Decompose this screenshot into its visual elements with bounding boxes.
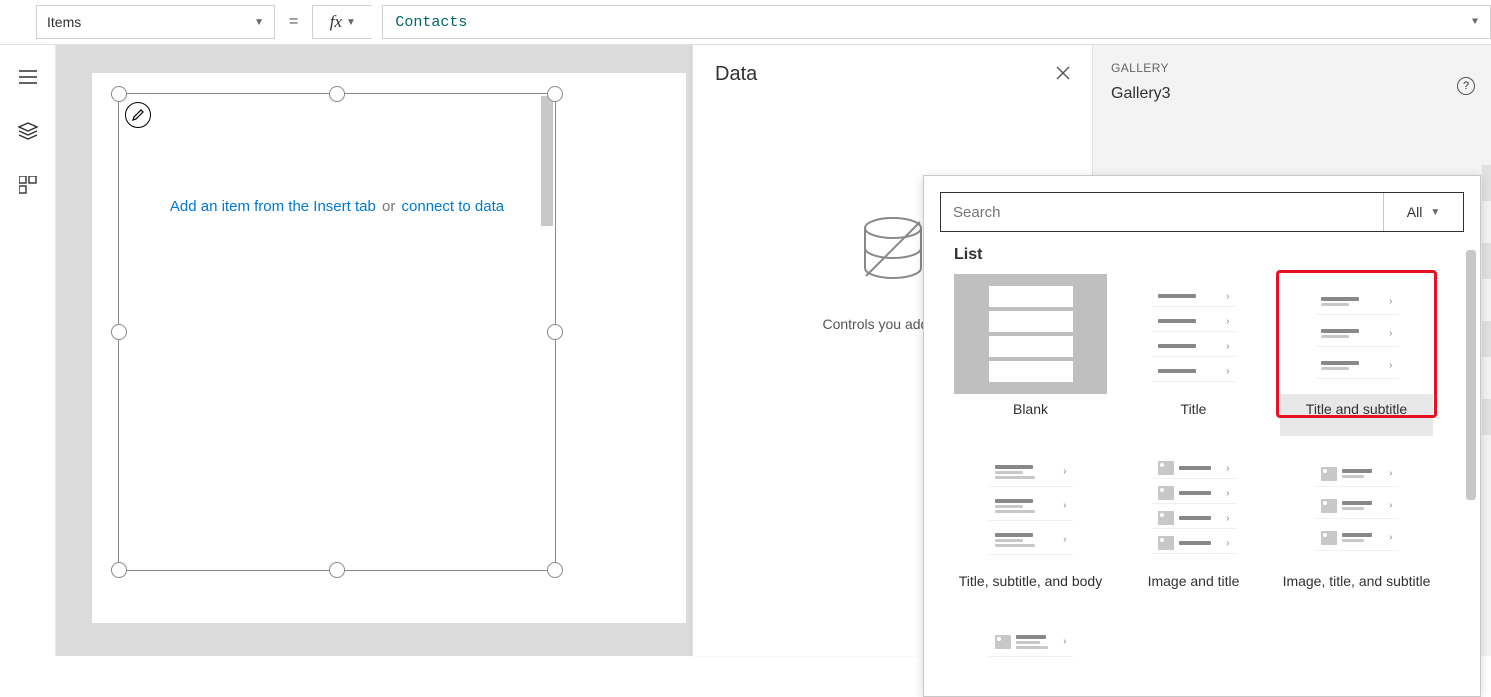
edit-icon[interactable] (125, 102, 151, 128)
canvas[interactable]: Add an item from the Insert tab or conne… (92, 73, 686, 623)
chevron-down-icon: ▼ (1430, 207, 1440, 218)
layout-popup-body: List Blank › › (924, 242, 1480, 692)
layout-tile-title-subtitle[interactable]: › › › Title and subtitle (1280, 274, 1433, 436)
resize-handle[interactable] (329, 86, 345, 102)
panel-handle[interactable] (1482, 321, 1491, 357)
close-icon[interactable] (1056, 66, 1070, 83)
control-name: Gallery3 (1111, 85, 1473, 103)
insert-link[interactable]: Add an item from the Insert tab (170, 198, 376, 215)
layout-tile-blank[interactable]: Blank (954, 274, 1107, 436)
tile-label: Image, title, and subtitle (1283, 572, 1431, 608)
chevron-down-icon: ▼ (254, 17, 264, 28)
resize-handle[interactable] (111, 324, 127, 340)
gallery-empty-hint: Add an item from the Insert tab or conne… (119, 198, 555, 215)
equals-sign: = (285, 13, 302, 31)
components-icon[interactable] (18, 175, 38, 195)
tile-label: Blank (1013, 400, 1048, 436)
data-panel-title: Data (715, 63, 757, 86)
tile-label: Title, subtitle, and body (959, 572, 1102, 608)
filter-label: All (1407, 204, 1423, 220)
tile-label: Title and subtitle (1306, 400, 1407, 436)
fx-icon: fx (330, 12, 342, 32)
resize-handle[interactable] (329, 562, 345, 578)
layout-section-title: List (954, 246, 1464, 264)
formula-bar: Items ▼ = fx ▼ Contacts ▼ (0, 0, 1491, 45)
layout-tile-image-title-subtitle[interactable]: › › › Image, title, and subtitle (1280, 446, 1433, 608)
layout-tile-title-subtitle-body[interactable]: › › › Title, subtitle, and body (954, 446, 1107, 608)
layout-filter-dropdown[interactable]: All ▼ (1383, 193, 1463, 231)
formula-input[interactable]: Contacts ▼ (382, 5, 1491, 39)
chevron-down-icon: ▼ (346, 17, 356, 28)
panel-handle[interactable] (1482, 165, 1491, 201)
layout-search-row: All ▼ (940, 192, 1464, 232)
layout-tile-title[interactable]: › › › › Title (1117, 274, 1270, 436)
panel-handle[interactable] (1482, 399, 1491, 435)
main-area: Add an item from the Insert tab or conne… (0, 45, 1491, 656)
connect-data-link[interactable]: connect to data (402, 198, 505, 215)
tile-label: Image and title (1148, 572, 1240, 608)
panel-handle[interactable] (1482, 243, 1491, 279)
chevron-down-icon: ▼ (1472, 17, 1478, 28)
gallery-control-selected[interactable]: Add an item from the Insert tab or conne… (118, 93, 556, 571)
property-dropdown[interactable]: Items ▼ (36, 5, 275, 39)
help-icon[interactable]: ? (1457, 77, 1475, 95)
layout-grid: Blank › › › › Title › › (954, 274, 1464, 666)
resize-handle[interactable] (547, 324, 563, 340)
hamburger-icon[interactable] (18, 67, 38, 87)
hint-or: or (382, 198, 395, 215)
left-rail (0, 45, 56, 656)
tile-label: Title (1181, 400, 1207, 436)
layout-search-input[interactable] (941, 193, 1383, 231)
formula-text: Contacts (395, 14, 467, 31)
control-category: GALLERY (1111, 61, 1473, 75)
layout-tile-partial[interactable]: › (954, 618, 1107, 666)
resize-handle[interactable] (547, 562, 563, 578)
resize-handle[interactable] (547, 86, 563, 102)
layout-tile-image-title[interactable]: › › › › Image and title (1117, 446, 1270, 608)
panel-tab-handles (1482, 165, 1491, 435)
resize-handle[interactable] (111, 86, 127, 102)
layers-icon[interactable] (18, 121, 38, 141)
popup-scrollbar[interactable] (1466, 250, 1476, 500)
fx-button[interactable]: fx ▼ (312, 5, 372, 39)
layout-picker-popup: All ▼ List Blank (923, 175, 1481, 697)
property-name: Items (47, 14, 81, 30)
resize-handle[interactable] (111, 562, 127, 578)
